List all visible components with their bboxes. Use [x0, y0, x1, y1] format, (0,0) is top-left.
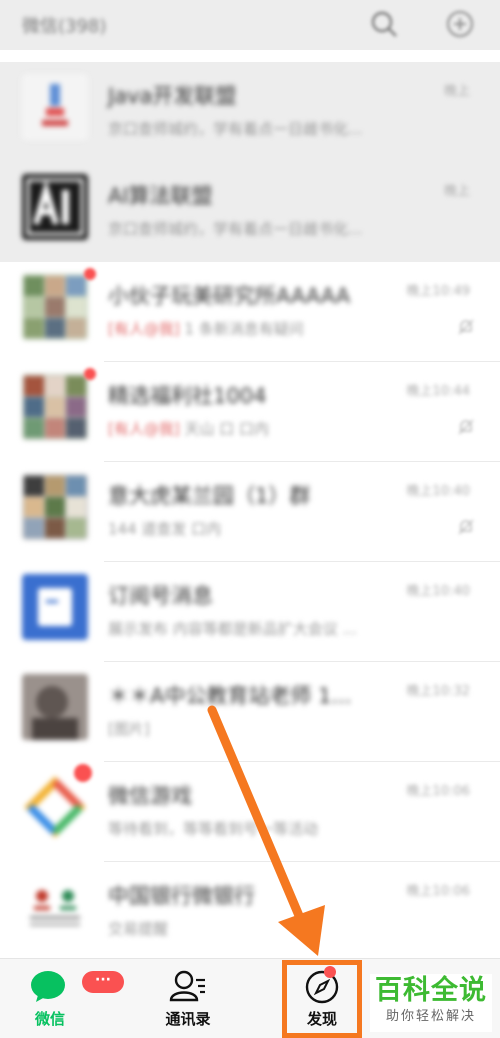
chat-name: 订阅号消息	[108, 584, 213, 608]
avatar-group	[22, 374, 88, 440]
chat-preview: [有人@我] 天山 口 口内	[108, 418, 269, 439]
chat-name: 意大虎某兰园（1）群	[108, 484, 311, 508]
chat-row[interactable]: Java开发联盟 京口查师城约，学有着点一日雌书化... 晚上	[0, 62, 500, 162]
chat-row[interactable]: 中国银行微银行 交易提醒 晚上10:06	[0, 862, 500, 962]
chat-preview: 144 道查发 口内	[108, 520, 222, 538]
chat-time: 晚上10:32	[406, 684, 470, 699]
avatar-ai	[22, 174, 88, 240]
chat-time: 晚上10:06	[406, 884, 470, 899]
mention-tag: [有人@我]	[108, 320, 180, 338]
chat-time: 晚上10:40	[406, 484, 470, 499]
tab-contacts[interactable]: 通讯录	[138, 959, 238, 1038]
preview-text: 1 条新消息有疑问	[184, 320, 304, 338]
chat-time: 晚上10:44	[406, 384, 470, 399]
mute-bell-icon	[458, 419, 474, 435]
avatar-game	[22, 774, 88, 840]
chat-name: 中国银行微银行	[108, 884, 255, 908]
chat-time: 晚上10:40	[406, 584, 470, 599]
chat-preview: [图片]	[108, 720, 150, 738]
header-title: 微信(398)	[22, 16, 107, 37]
preview-text: 天山 口 口内	[184, 420, 270, 438]
unread-badge: ···	[82, 971, 124, 993]
chat-preview: [有人@我] 1 条新消息有疑问	[108, 318, 304, 339]
avatar-bank	[22, 874, 88, 940]
chat-time: 晚上10:49	[406, 284, 470, 299]
add-icon[interactable]	[446, 10, 474, 38]
chat-name: 微信游戏	[108, 784, 192, 808]
chat-row[interactable]: 精选福利社1004 [有人@我] 天山 口 口内 晚上10:44	[0, 362, 500, 462]
chat-row[interactable]: 小伙子玩美研究所AAAAA [有人@我] 1 条新消息有疑问 晚上10:49	[0, 262, 500, 362]
tab-label: 通讯录	[165, 1010, 211, 1028]
top-header: 微信(398)	[0, 0, 500, 50]
chat-name: ＊＊A中公教育站老师 1...	[108, 684, 352, 708]
chat-name: AI算法联盟	[108, 184, 213, 208]
chat-time: 晚上10:06	[406, 784, 470, 799]
unread-dot	[84, 268, 96, 280]
chat-row[interactable]: ＊＊A中公教育站老师 1... [图片] 晚上10:32	[0, 662, 500, 762]
contacts-icon	[169, 970, 205, 1002]
watermark-title: 百科全说	[375, 975, 487, 1006]
unread-dot	[84, 368, 96, 380]
chat-time: 晚上	[443, 184, 470, 199]
chat-preview: 京口查师城约，学有着点一日雌书化...	[108, 120, 363, 138]
chat-row[interactable]: 订阅号消息 展示发布 内容等都是新品扩大会议 ... 晚上10:40	[0, 562, 500, 662]
avatar-photo	[22, 674, 88, 740]
tab-chats[interactable]: ··· 微信	[12, 959, 124, 1038]
search-icon[interactable]	[370, 10, 398, 38]
chat-name: 小伙子玩美研究所AAAAA	[108, 284, 351, 308]
watermark-subtitle: 助你轻松解决	[385, 1009, 476, 1024]
chat-row[interactable]: 意大虎某兰园（1）群 144 道查发 口内 晚上10:40	[0, 462, 500, 562]
avatar-group	[22, 474, 88, 540]
chat-row[interactable]: AI算法联盟 京口查师城约，学有着点一日雌书化... 晚上	[0, 162, 500, 262]
avatar-group	[22, 274, 88, 340]
chat-list: Java开发联盟 京口查师城约，学有着点一日雌书化... 晚上 AI算法联盟 京…	[0, 62, 500, 962]
watermark-logo: 百科全说 助你轻松解决	[370, 974, 492, 1032]
tab-label: 微信	[34, 1010, 65, 1028]
chat-bubble-icon	[31, 971, 65, 1002]
avatar-subscription	[22, 574, 88, 640]
avatar-java	[22, 74, 88, 140]
chat-preview: 京口查师城约，学有着点一日雌书化...	[108, 220, 363, 238]
chat-name: Java开发联盟	[108, 84, 237, 108]
mute-bell-icon	[458, 319, 474, 335]
mute-bell-icon	[458, 519, 474, 535]
mention-tag: [有人@我]	[108, 420, 180, 438]
chat-preview: 交易提醒	[108, 920, 169, 938]
chat-row[interactable]: 微信游戏 等待看到，等等看到号一等活动 晚上10:06	[0, 762, 500, 862]
chat-time: 晚上	[443, 84, 470, 99]
highlight-box	[282, 960, 362, 1038]
unread-badge	[74, 764, 92, 782]
chat-name: 精选福利社1004	[108, 384, 267, 408]
chat-preview: 展示发布 内容等都是新品扩大会议 ...	[108, 620, 357, 638]
chat-preview: 等待看到，等等看到号一等活动	[108, 820, 319, 838]
